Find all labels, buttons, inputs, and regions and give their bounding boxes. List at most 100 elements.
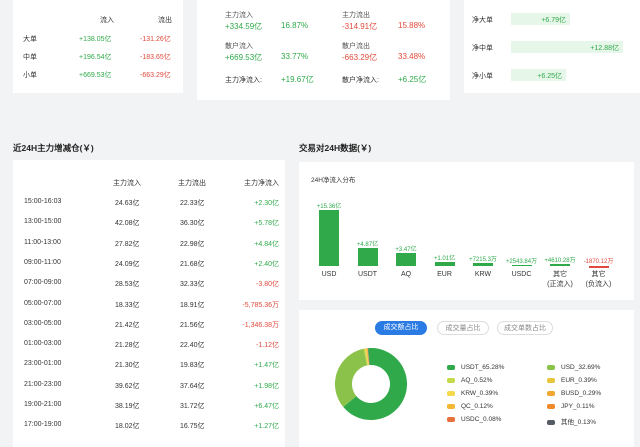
retail-out-percent: 33.48%: [398, 52, 426, 61]
history-row: 21:00-23:00 39.62亿 37.64亿 +1.98亿: [13, 381, 285, 401]
history-in: 28.53亿: [115, 281, 140, 289]
retail-in-percent: 33.77%: [281, 52, 309, 61]
legend-label: USD_32.69%: [561, 364, 601, 371]
flow-row-label: 中单: [23, 54, 37, 61]
retail-in-value: +669.53亿: [225, 53, 263, 62]
flow-row-in: +669.53亿: [79, 72, 112, 79]
history-in: 39.62亿: [115, 382, 140, 390]
bar-5: [511, 264, 532, 266]
bar-category-label: USDT: [357, 271, 378, 278]
bar-2: [396, 253, 416, 266]
legend-item: BUSD_0.29%: [547, 390, 601, 397]
history-net: +5.78亿: [254, 220, 279, 228]
history-in: 24.63亿: [115, 200, 140, 207]
history-header-out: 主力流出: [178, 180, 206, 187]
history-row: 03:00-05:00 21.42亿 21.56亿 -1,346.38万: [13, 320, 285, 340]
share-card: 成交额占比 成交量占比 成交单数占比 USDT_65.28% USD_32.69% AQ…: [299, 310, 634, 447]
history-net: +2.30亿: [254, 200, 279, 207]
tab-share-1[interactable]: 成交量占比: [437, 321, 489, 335]
net-row-value: +6.25亿: [537, 73, 562, 80]
bar-value-label: -1870.12万: [583, 259, 614, 265]
bar-value-label: +7215.3万: [469, 257, 497, 264]
history-time: 23:00-01:00: [24, 360, 62, 368]
bar-category-label: 其它 (负流入): [585, 271, 612, 288]
retail-out-value: -663.29亿: [342, 53, 378, 62]
legend-label: USDT_65.28%: [461, 364, 505, 371]
legend-label: KRW_0.39%: [461, 390, 499, 397]
history-out: 21.68亿: [180, 260, 205, 268]
history-in: 21.28亿: [115, 342, 140, 350]
history-net: +4.84亿: [254, 240, 279, 248]
history-out: 22.98亿: [180, 240, 205, 248]
history-net: +2.40亿: [254, 260, 279, 268]
history-row: 05:00-07:00 18.33亿 18.91亿 -5,785.36万: [13, 300, 285, 320]
history-row: 09:00-11:00 24.09亿 21.68亿 +2.40亿: [13, 259, 285, 279]
flow-row-label: 小单: [23, 72, 37, 79]
history-time: 05:00-07:00: [24, 299, 62, 307]
net-row-label: 净大单: [472, 17, 493, 24]
legend-item: USDT_65.28%: [447, 364, 504, 371]
bar-value-label: +4610.28万: [544, 258, 576, 265]
bar-category-label: AQ: [400, 271, 412, 278]
history-net: -1,346.38万: [242, 321, 279, 329]
bar-value-label: +2543.84万: [505, 258, 538, 265]
history-out: 22.33亿: [180, 200, 205, 207]
main-in-label: 主力流入: [225, 12, 253, 19]
legend-swatch: [447, 403, 455, 409]
history-row: 13:00-15:00 42.08亿 36.30亿 +5.78亿: [13, 218, 285, 238]
bar-6: [550, 264, 570, 266]
history-net: -3.80亿: [256, 281, 279, 289]
bar-value-label: +15.36亿: [316, 204, 342, 210]
retail-out-label: 散户流出: [342, 43, 370, 50]
bar-3: [434, 262, 455, 266]
history-net: +1.47亿: [254, 362, 279, 370]
bar-category-label: EUR: [437, 271, 452, 278]
legend-swatch: [447, 377, 455, 383]
main-in-percent: 16.87%: [281, 21, 309, 30]
legend-item: EUR_0.39%: [547, 377, 597, 384]
legend-item: KRW_0.39%: [447, 390, 498, 397]
net-row-value: +6.79亿: [541, 17, 566, 24]
main-net-label: 主力净流入:: [225, 77, 262, 84]
history-net: +1.27亿: [254, 423, 279, 431]
flow-row-out: -131.26亿: [140, 36, 171, 43]
history-net: -1.12亿: [256, 342, 279, 350]
flow-row-in: +196.54亿: [79, 54, 112, 61]
main-in-value: +334.59亿: [225, 22, 263, 31]
net-row-label: 净中单: [472, 45, 493, 52]
legend-swatch: [447, 416, 455, 422]
legend-item: JPY_0.11%: [547, 403, 594, 410]
legend-label: USDC_0.08%: [461, 416, 502, 423]
history-time: 13:00-15:00: [24, 218, 62, 226]
bar-category-label: 其它 (正流入): [547, 271, 573, 288]
tab-share-2[interactable]: 成交单数占比: [497, 321, 553, 335]
history-time: 09:00-11:00: [24, 258, 61, 266]
history-out: 16.75亿: [180, 423, 205, 431]
history-row: 23:00-01:00 21.30亿 19.83亿 +1.47亿: [13, 360, 285, 380]
history-time: 21:00-23:00: [24, 380, 62, 388]
legend-swatch: [547, 364, 555, 370]
history-in: 42.08亿: [115, 220, 140, 228]
pairs-title: 交易对24H数据(￥): [299, 143, 372, 153]
retail-net-value: +6.25亿: [398, 75, 427, 84]
flow-row-label: 大单: [23, 36, 37, 43]
legend-swatch: [547, 390, 555, 396]
history-card: 主力流入 主力流出 主力净流入 15:00-16:03 24.63亿 22.33亿 +…: [13, 160, 285, 447]
legend-label: BUSD_0.29%: [561, 390, 602, 397]
history-in: 27.82亿: [115, 240, 140, 248]
history-in: 38.19亿: [115, 403, 140, 410]
bar-0: [319, 210, 339, 266]
history-out: 36.30亿: [180, 220, 205, 228]
history-out: 31.72亿: [180, 403, 205, 410]
legend-item: AQ_0.52%: [447, 377, 492, 384]
history-row: 01:00-03:00 21.28亿 22.40亿 -1.12亿: [13, 340, 285, 360]
history-net: +1.98亿: [254, 382, 279, 390]
main-out-label: 主力流出: [342, 12, 370, 19]
flow-breakdown-card: 流入 流出 大单 +138.05亿 -131.26亿 中单 +196.54亿 -183.6…: [13, 0, 183, 93]
col-header-outflow: 流出: [158, 17, 172, 24]
history-header-net: 主力净流入: [244, 180, 279, 187]
legend-item: QC_0.12%: [447, 403, 493, 410]
retail-net-label: 散户净流入:: [342, 77, 379, 84]
tab-share-0[interactable]: 成交额占比: [375, 321, 427, 335]
bar-value-label: +1.01亿: [433, 256, 456, 263]
